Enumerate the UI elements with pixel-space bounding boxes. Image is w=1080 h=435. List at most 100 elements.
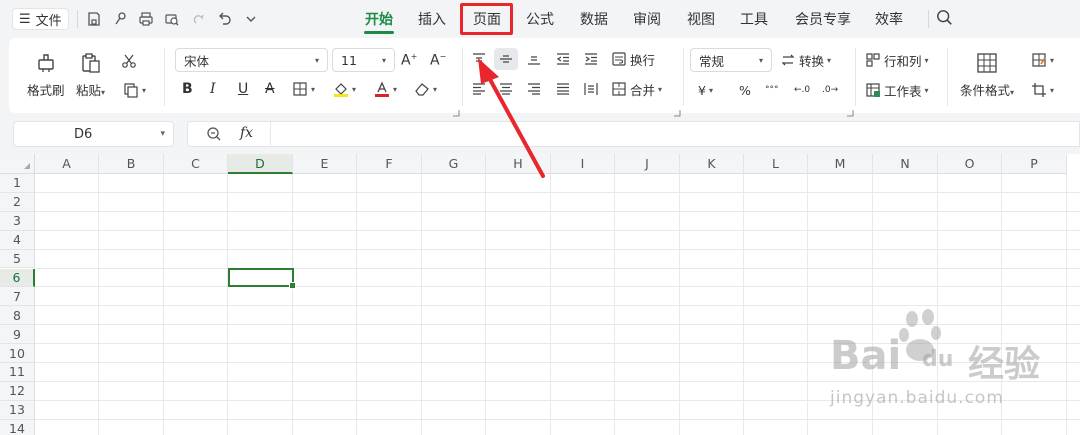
column-header-o[interactable]: O	[938, 154, 1002, 174]
format-painter-button[interactable]: 格式刷	[27, 50, 65, 99]
conditional-format-button[interactable]: 条件格式▾	[960, 50, 1014, 99]
tab-formulas[interactable]: 公式	[526, 10, 554, 30]
column-header-g[interactable]: G	[422, 154, 486, 174]
worksheet-button[interactable]: 工作表 ▾	[865, 79, 929, 101]
column-header-c[interactable]: C	[164, 154, 228, 174]
increase-decimal-button[interactable]: ←.0	[794, 79, 810, 101]
function-icon[interactable]: fx	[240, 125, 253, 141]
convert-button[interactable]: 转换 ▾	[780, 49, 831, 71]
tab-home[interactable]: 开始	[365, 10, 393, 30]
file-menu-button[interactable]: ☰ 文件	[12, 8, 69, 30]
underline-button[interactable]: U	[238, 78, 248, 100]
column-header-f[interactable]: F	[357, 154, 422, 174]
tab-insert[interactable]: 插入	[418, 10, 446, 30]
row-header-6[interactable]: 6	[0, 268, 35, 288]
share-icon[interactable]	[110, 9, 130, 29]
chevron-down-icon: ▾	[658, 84, 663, 94]
row-header-1[interactable]: 1	[0, 174, 35, 193]
paintbrush-icon	[33, 50, 59, 76]
paste-button[interactable]: 粘贴▾	[76, 50, 105, 99]
active-cell[interactable]	[228, 267, 296, 290]
column-header-k[interactable]: K	[680, 154, 744, 174]
column-header-e[interactable]: E	[293, 154, 357, 174]
row-header-9[interactable]: 9	[0, 325, 35, 345]
increase-font-button[interactable]: A+	[401, 49, 417, 71]
select-all-corner[interactable]	[0, 154, 35, 174]
column-header-i[interactable]: I	[551, 154, 615, 174]
bold-button[interactable]: B	[182, 78, 193, 100]
print-preview-icon[interactable]	[162, 9, 182, 29]
column-header-l[interactable]: L	[744, 154, 808, 174]
print-icon[interactable]	[136, 9, 156, 29]
justify-button[interactable]	[551, 78, 575, 100]
zoom-icon[interactable]	[206, 126, 222, 142]
fill-color-button[interactable]: ▾	[333, 78, 356, 100]
column-header-n[interactable]: N	[873, 154, 938, 174]
row-header-2[interactable]: 2	[0, 192, 35, 212]
row-header-4[interactable]: 4	[0, 230, 35, 250]
search-icon[interactable]	[936, 9, 956, 29]
align-bottom-button[interactable]	[522, 48, 546, 70]
font-color-button[interactable]: ▾	[374, 78, 397, 100]
align-middle-button[interactable]	[494, 48, 518, 70]
clear-format-button[interactable]: ▾	[414, 78, 437, 100]
row-header-7[interactable]: 7	[0, 287, 35, 307]
row-header-5[interactable]: 5	[0, 249, 35, 269]
tab-efficiency[interactable]: 效率	[875, 10, 903, 30]
row-header-11[interactable]: 11	[0, 363, 35, 382]
cell-style-button[interactable]: ▾	[1031, 49, 1054, 71]
column-header-p[interactable]: P	[1002, 154, 1067, 174]
row-header-8[interactable]: 8	[0, 306, 35, 326]
increase-indent-button[interactable]	[579, 48, 603, 70]
column-header-a[interactable]: A	[35, 154, 99, 174]
rows-and-columns-button[interactable]: 行和列 ▾	[865, 49, 929, 71]
font-size-dropdown[interactable]: 11 ▾	[332, 48, 395, 72]
expand-icon[interactable]	[673, 102, 681, 117]
chevron-down-icon[interactable]	[241, 9, 261, 29]
tab-data[interactable]: 数据	[580, 10, 608, 30]
undo-icon[interactable]	[215, 9, 235, 29]
redo-icon[interactable]	[189, 9, 209, 29]
copy-button[interactable]: ▾	[123, 79, 146, 101]
wrap-text-button[interactable]: 换行	[611, 48, 655, 70]
align-top-button[interactable]	[467, 48, 491, 70]
align-right-button[interactable]	[522, 78, 546, 100]
number-format-dropdown[interactable]: 常规 ▾	[690, 48, 772, 72]
column-header-b[interactable]: B	[99, 154, 164, 174]
column-header-m[interactable]: M	[808, 154, 873, 174]
percent-button[interactable]: %	[739, 79, 751, 101]
align-left-button[interactable]	[467, 78, 491, 100]
align-center-button[interactable]	[494, 78, 518, 100]
formula-input[interactable]: fx	[187, 121, 1080, 147]
name-box[interactable]: D6 ▾	[13, 121, 174, 147]
font-name-dropdown[interactable]: 宋体 ▾	[175, 48, 328, 72]
decrease-font-button[interactable]: A−	[430, 49, 446, 71]
grid-row-line	[35, 286, 1080, 288]
column-header-j[interactable]: J	[615, 154, 680, 174]
tab-member[interactable]: 会员专享	[795, 10, 851, 30]
row-header-3[interactable]: 3	[0, 211, 35, 231]
expand-icon[interactable]	[846, 102, 854, 117]
thousands-separator-button[interactable]: °°°	[765, 79, 779, 101]
row-header-14[interactable]: 14	[0, 419, 35, 435]
row-header-12[interactable]: 12	[0, 381, 35, 401]
row-header-10[interactable]: 10	[0, 344, 35, 363]
tab-review[interactable]: 审阅	[633, 10, 661, 30]
decrease-decimal-button[interactable]: .0→	[822, 79, 838, 101]
tab-tools[interactable]: 工具	[740, 10, 768, 30]
expand-icon[interactable]	[452, 102, 460, 117]
row-header-13[interactable]: 13	[0, 400, 35, 420]
borders-button[interactable]: ▾	[292, 78, 315, 100]
fill-handle-button[interactable]: ▾	[1031, 79, 1054, 101]
strikethrough-button[interactable]: A	[265, 78, 275, 100]
save-icon[interactable]	[84, 9, 104, 29]
merge-button[interactable]: 合并 ▾	[611, 78, 662, 100]
currency-button[interactable]: ¥ ▾	[698, 79, 713, 101]
column-header-d[interactable]: D	[228, 154, 293, 174]
distributed-align-button[interactable]	[579, 78, 603, 100]
cut-button[interactable]	[121, 50, 137, 72]
decrease-indent-button[interactable]	[551, 48, 575, 70]
tab-view[interactable]: 视图	[687, 10, 715, 30]
column-header-h[interactable]: H	[486, 154, 551, 174]
italic-button[interactable]: I	[210, 78, 216, 100]
